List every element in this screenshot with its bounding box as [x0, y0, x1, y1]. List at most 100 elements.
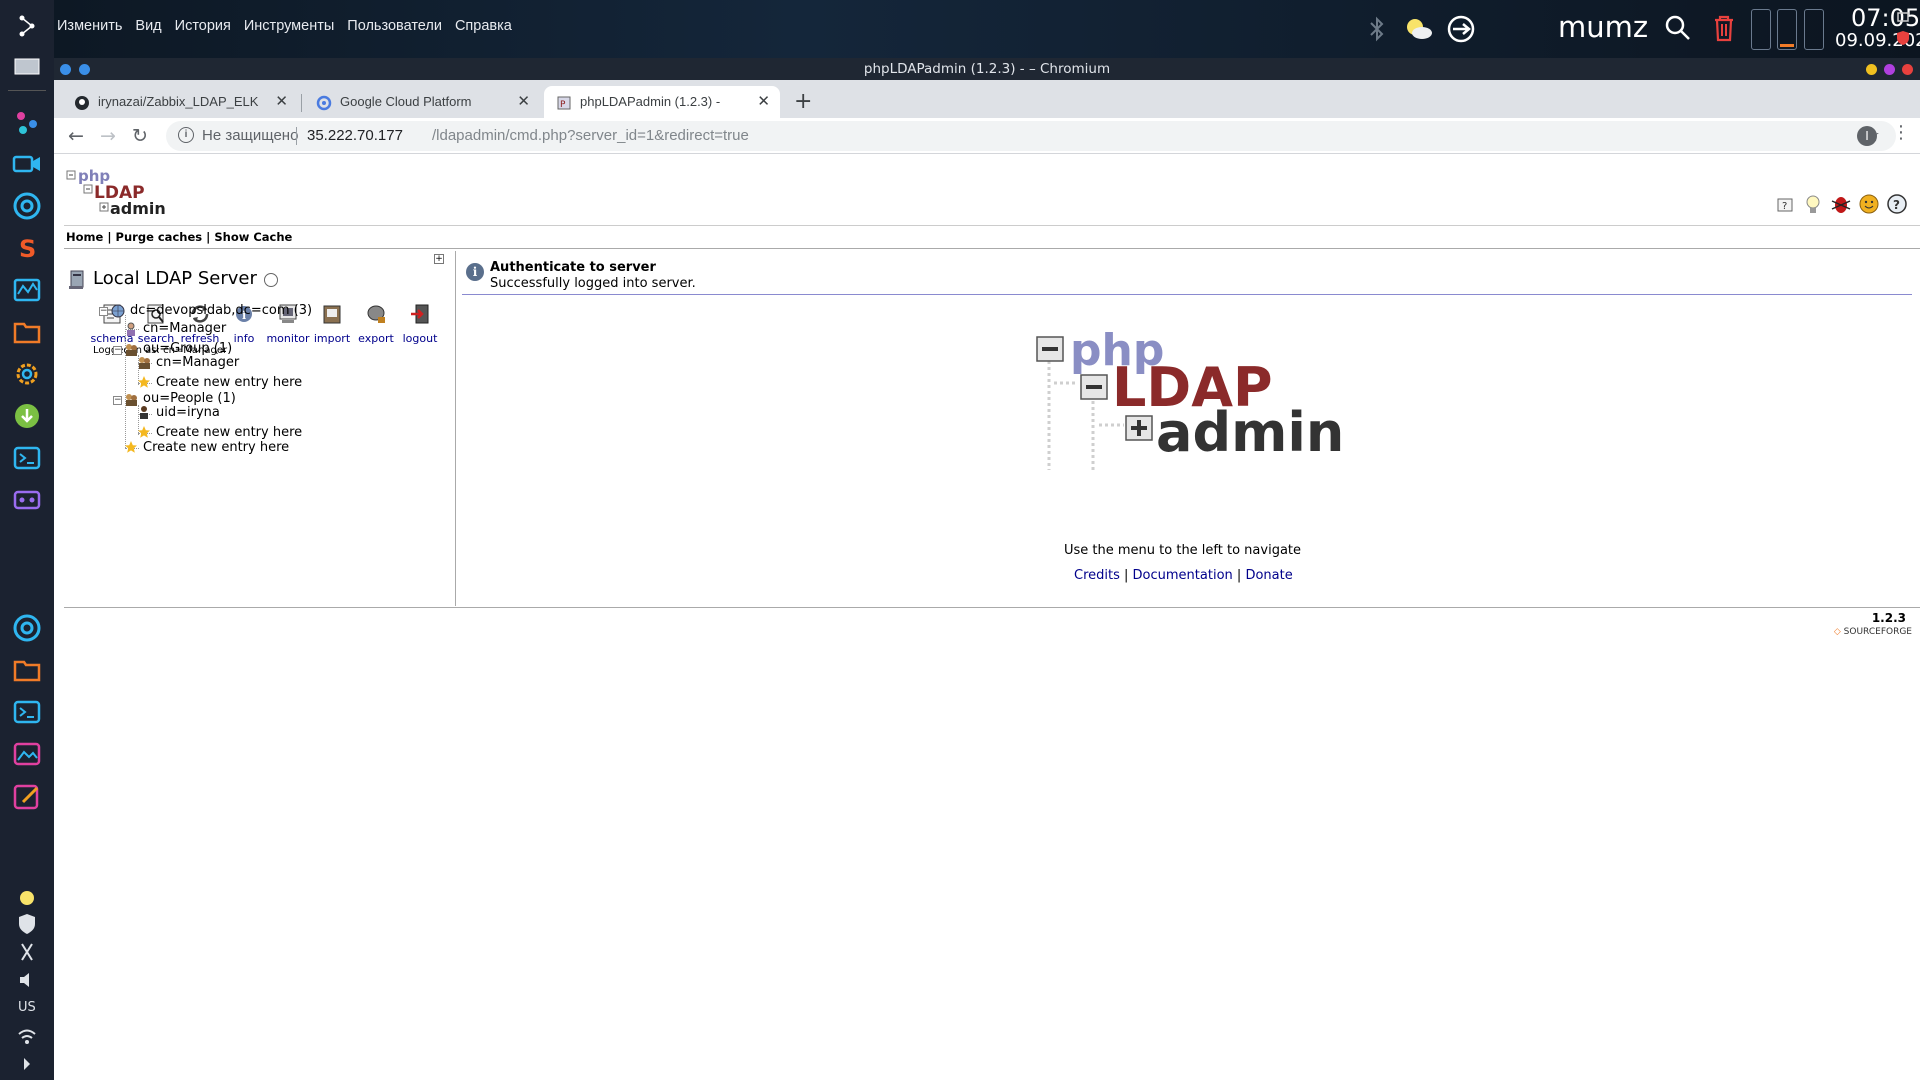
logout-button[interactable]: logout: [398, 303, 442, 345]
trash-icon[interactable]: [1712, 13, 1736, 43]
donate-link[interactable]: Donate: [1245, 568, 1292, 583]
credits-link[interactable]: Credits: [1074, 568, 1120, 583]
collapse-group-toggle[interactable]: −: [113, 346, 122, 355]
close-tab-icon[interactable]: ✕: [757, 86, 770, 118]
url-host[interactable]: 35.222.70.177: [307, 127, 403, 144]
clock-icon[interactable]: [264, 273, 278, 287]
tree-entry-manager[interactable]: cn=Manager: [143, 321, 226, 336]
tree-root[interactable]: dc=devopsldab,dc=com (3): [130, 303, 312, 318]
menu-tools[interactable]: Инструменты: [244, 18, 334, 34]
close-window-button[interactable]: [1902, 64, 1913, 75]
chromium-icon[interactable]: [9, 188, 45, 224]
usb-connection-icon[interactable]: [1446, 14, 1476, 44]
workspace-2[interactable]: [1777, 9, 1797, 50]
close-tab-icon[interactable]: ✕: [275, 86, 288, 118]
collapse-panel-button[interactable]: +: [434, 254, 444, 264]
window-pin-dot[interactable]: [79, 64, 90, 75]
url-path[interactable]: /ldapadmin/cmd.php?server_id=1&redirect=…: [432, 127, 749, 144]
close-tab-icon[interactable]: ✕: [517, 86, 530, 118]
lightbulb-icon[interactable]: [1802, 193, 1824, 215]
tree-group-manager[interactable]: cn=Manager: [156, 355, 239, 370]
svg-text:P: P: [560, 100, 566, 110]
tree-people-create[interactable]: Create new entry here: [156, 425, 302, 440]
battery-icon[interactable]: [1896, 10, 1910, 24]
smiley-icon[interactable]: [1858, 193, 1880, 215]
app-menu-bar: Изменить Вид История Инструменты Пользов…: [57, 18, 512, 34]
svg-text:?: ?: [1782, 201, 1787, 212]
skype-s-icon[interactable]: S: [9, 230, 45, 266]
import-button[interactable]: import: [310, 303, 354, 345]
tab-github[interactable]: irynazai/Zabbix_LDAP_ELK ✕: [62, 86, 298, 118]
terminal-icon[interactable]: [9, 440, 45, 476]
home-link[interactable]: Home: [66, 230, 103, 244]
menu-edit[interactable]: Изменить: [57, 18, 122, 34]
quick-links: Home | Purge caches | Show Cache: [66, 230, 293, 244]
tree-group[interactable]: ou=Group (1): [143, 341, 232, 356]
username-label[interactable]: mumz: [1558, 10, 1648, 44]
tab-phpldapadmin[interactable]: P phpLDAPadmin (1.2.3) - ✕: [544, 86, 780, 118]
security-shield-icon[interactable]: [1896, 30, 1910, 46]
expand-arrow-icon[interactable]: [9, 1046, 45, 1082]
weather-sun-cloud-icon[interactable]: [1402, 14, 1434, 42]
import-icon: [323, 305, 341, 324]
desktop-preview-icon[interactable]: [9, 48, 45, 84]
menu-history[interactable]: История: [175, 18, 231, 34]
tree-group-create[interactable]: Create new entry here: [156, 375, 302, 390]
chromium-running-icon[interactable]: [9, 610, 45, 646]
help-circle-icon[interactable]: ?: [1886, 193, 1908, 215]
gcp-icon: [316, 95, 332, 111]
tab-gcp[interactable]: Google Cloud Platform ✕: [304, 86, 540, 118]
profile-avatar[interactable]: I: [1857, 126, 1877, 146]
window-menu-dot[interactable]: [60, 64, 71, 75]
svg-text:?: ?: [1893, 198, 1900, 212]
person-icon: [140, 406, 148, 419]
browser-menu-icon[interactable]: ⋮: [1892, 122, 1910, 143]
monitor-app-icon[interactable]: [9, 272, 45, 308]
navigation-hint: Use the menu to the left to navigate: [1064, 543, 1302, 558]
collapse-people-toggle[interactable]: −: [113, 396, 122, 405]
tree-root-create[interactable]: Create new entry here: [143, 440, 289, 455]
security-status[interactable]: Не защищено: [202, 127, 298, 144]
menu-users[interactable]: Пользователи: [347, 18, 442, 34]
search-icon[interactable]: [1664, 14, 1692, 42]
address-bar[interactable]: i Не защищено 35.222.70.177 /ldapadmin/c…: [166, 121, 1896, 151]
settings-gear-icon[interactable]: [9, 356, 45, 392]
files-running-icon[interactable]: [9, 652, 45, 688]
maximize-button[interactable]: [1884, 64, 1895, 75]
image-viewer-icon[interactable]: [9, 736, 45, 772]
window-title-bar: phpLDAPadmin (1.2.3) - – Chromium: [54, 58, 1920, 80]
new-tab-button[interactable]: +: [794, 88, 812, 116]
workspace-1[interactable]: [1751, 9, 1771, 50]
terminal-running-icon[interactable]: [9, 694, 45, 730]
forward-button[interactable]: →: [96, 124, 120, 148]
back-button[interactable]: ←: [64, 124, 88, 148]
sourceforge-logo[interactable]: ◇ SOURCEFORGE: [1834, 627, 1912, 637]
menu-view[interactable]: Вид: [135, 18, 161, 34]
tab-strip: irynazai/Zabbix_LDAP_ELK ✕ Google Cloud …: [54, 80, 1920, 118]
help-question-icon[interactable]: ?: [1774, 193, 1796, 215]
export-button[interactable]: export: [354, 303, 398, 345]
bluetooth-icon[interactable]: [1367, 16, 1387, 42]
menu-help[interactable]: Справка: [455, 18, 512, 34]
phpldapadmin-logo[interactable]: php LDAP admin: [66, 167, 176, 219]
purge-caches-link[interactable]: Purge caches: [116, 230, 203, 244]
collapse-root-toggle[interactable]: −: [99, 307, 108, 316]
app-launcher-icon[interactable]: [9, 8, 45, 44]
keyboard-layout-label[interactable]: US: [18, 1000, 36, 1015]
game-app-icon[interactable]: [9, 482, 45, 518]
tree-people-user[interactable]: uid=iryna: [156, 405, 220, 420]
text-editor-icon[interactable]: [9, 778, 45, 814]
minimize-button[interactable]: [1866, 64, 1877, 75]
volume-icon[interactable]: [9, 962, 45, 998]
reload-button[interactable]: ↻: [128, 124, 152, 148]
site-info-icon[interactable]: i: [178, 127, 194, 143]
documentation-link[interactable]: Documentation: [1133, 568, 1233, 583]
show-cache-link[interactable]: Show Cache: [214, 230, 292, 244]
tree-people[interactable]: ou=People (1): [143, 391, 236, 406]
bug-icon[interactable]: [1830, 193, 1852, 215]
folder-icon[interactable]: [9, 314, 45, 350]
workspace-3[interactable]: [1804, 9, 1824, 50]
network-app-icon[interactable]: [9, 104, 45, 140]
download-icon[interactable]: [9, 398, 45, 434]
video-app-icon[interactable]: [9, 146, 45, 182]
